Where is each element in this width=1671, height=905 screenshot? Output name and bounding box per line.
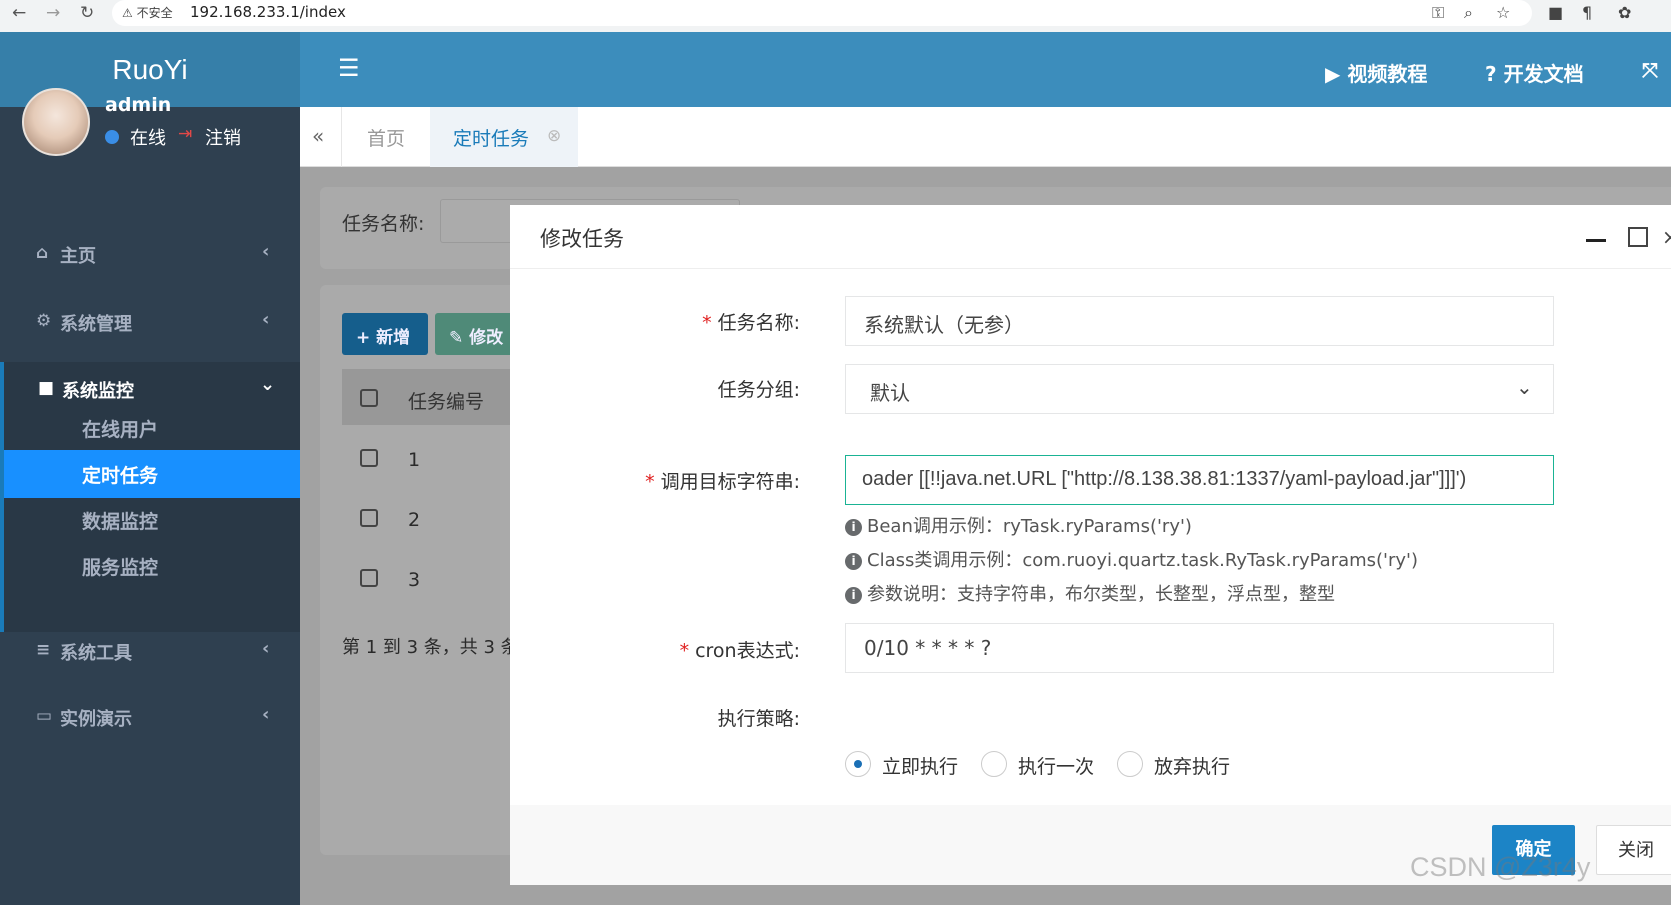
task-name-input[interactable]: 系统默认（无参）	[845, 296, 1554, 346]
search-label: 任务名称:	[342, 213, 425, 235]
table-row: 2	[408, 509, 421, 531]
hint-param-description: i 参数说明：支持字符串，布尔类型，长整型，浮点型，整型	[845, 580, 1335, 606]
online-status-icon	[105, 130, 119, 144]
row-checkbox[interactable]	[360, 509, 378, 527]
url-text[interactable]: 192.168.233.1/index	[190, 3, 346, 21]
cron-label: * cron表达式:	[679, 640, 800, 662]
home-icon: ⌂	[36, 243, 49, 263]
misfire-policy-label: 执行策略:	[717, 708, 800, 730]
star-icon[interactable]: ☆	[1496, 3, 1510, 22]
tab-scroll-left-icon[interactable]: «	[300, 107, 342, 167]
video-camera-icon: ■	[38, 378, 55, 398]
reload-icon[interactable]: ↻	[80, 3, 94, 23]
sidebar-subitem-scheduled-tasks[interactable]: 定时任务	[4, 450, 300, 498]
watermark: CSDN @Z3r4y	[1410, 852, 1591, 882]
edit-task-dialog: 修改任务 × * 任务名称: 系统默认（无参） 任务分组: 默认 ⌄ * 调用目标字…	[510, 205, 1671, 885]
sidebar-subitem-data-monitor[interactable]: 数据监控	[4, 496, 300, 544]
cron-expression-input[interactable]: 0/10 * * * * ?	[845, 623, 1554, 673]
gear-icon: ⚙	[36, 311, 52, 331]
hint-class-example: i Class类调用示例：com.ruoyi.quartz.task.RyTask…	[845, 546, 1418, 572]
chevron-left-icon: ‹	[262, 309, 270, 330]
maximize-icon[interactable]	[1628, 227, 1648, 247]
info-icon: i	[845, 553, 862, 570]
policy-option-label: 放弃执行	[1154, 756, 1231, 778]
hint-bean-example: i Bean调用示例：ryTask.ryParams('ry')	[845, 512, 1192, 538]
chevron-left-icon: ‹	[262, 241, 270, 262]
extension-icon[interactable]: ¶	[1582, 3, 1592, 22]
browser-toolbar: ← → ↻ ⚠ 不安全 192.168.233.1/index ⚿ ⌕ ☆ ■ …	[0, 0, 1671, 32]
sidebar-item-home[interactable]: ⌂ 主页 ‹	[0, 227, 300, 283]
pagination-info: 第 1 到 3 条，共 3 条	[342, 637, 519, 658]
menu-toggle-icon[interactable]: ☰	[338, 54, 360, 82]
tab-bar: « 首页 定时任务 ⊗	[300, 107, 1671, 167]
policy-radio-abandon[interactable]	[1117, 751, 1143, 777]
extension-icon[interactable]: ✿	[1618, 3, 1631, 22]
sidebar-item-system-management[interactable]: ⚙ 系统管理 ‹	[0, 295, 300, 351]
zoom-icon[interactable]: ⌕	[1464, 3, 1473, 23]
user-name: admin	[105, 94, 172, 116]
row-checkbox[interactable]	[360, 449, 378, 467]
chevron-left-icon: ‹	[262, 704, 270, 725]
table-row: 1	[408, 449, 421, 471]
logout-icon[interactable]: ⇥	[178, 124, 192, 144]
address-bar[interactable]: ⚠ 不安全 192.168.233.1/index	[112, 0, 1532, 26]
policy-option-label: 执行一次	[1018, 756, 1095, 778]
close-button[interactable]: 关闭	[1596, 825, 1671, 875]
invoke-target-label: * 调用目标字符串:	[645, 471, 800, 493]
policy-radio-once[interactable]	[981, 751, 1007, 777]
security-warning[interactable]: ⚠ 不安全	[122, 4, 173, 21]
back-icon[interactable]: ←	[12, 3, 26, 23]
sidebar-item-system-tools[interactable]: ≡ 系统工具 ‹	[0, 624, 300, 680]
tab-home[interactable]: 首页	[342, 107, 430, 167]
forward-icon[interactable]: →	[46, 3, 60, 23]
dialog-title: 修改任务	[540, 227, 624, 251]
select-all-checkbox[interactable]	[360, 389, 378, 407]
video-tutorial-link[interactable]: ▶ 视频教程	[1325, 58, 1427, 87]
task-group-select[interactable]: 默认 ⌄	[845, 364, 1554, 414]
extension-icon[interactable]: ■	[1548, 3, 1563, 22]
policy-radio-immediate[interactable]	[845, 751, 871, 777]
table-row: 3	[408, 569, 421, 591]
tab-scheduled-tasks[interactable]: 定时任务 ⊗	[430, 107, 578, 167]
minimize-icon[interactable]	[1586, 239, 1606, 242]
sidebar-subitem-online-users[interactable]: 在线用户	[4, 404, 300, 452]
dialog-header[interactable]: 修改任务 ×	[510, 205, 1671, 269]
column-header-task-id: 任务编号	[408, 391, 485, 413]
row-checkbox[interactable]	[360, 569, 378, 587]
user-status: 在线	[130, 128, 166, 149]
task-group-label: 任务分组:	[717, 379, 800, 401]
sidebar-subitem-server-monitor[interactable]: 服务监控	[4, 542, 300, 590]
top-navbar: ☰ ▶ 视频教程 ? 开发文档 ⤧	[300, 32, 1671, 107]
dev-docs-link[interactable]: ? 开发文档	[1485, 58, 1584, 87]
logout-link[interactable]: 注销	[205, 124, 241, 150]
policy-option-label: 立即执行	[882, 756, 959, 778]
info-icon: i	[845, 519, 862, 536]
close-icon[interactable]: ×	[1662, 225, 1671, 249]
bars-icon: ≡	[36, 640, 51, 660]
info-icon: i	[845, 587, 862, 604]
add-button[interactable]: + 新增	[342, 313, 428, 355]
chevron-left-icon: ‹	[262, 638, 270, 659]
desktop-icon: ▭	[36, 706, 53, 726]
sidebar: RuoYi admin 在线 ⇥ 注销 ⌂ 主页 ‹ ⚙ 系统管理 ‹ ■ 系统…	[0, 32, 300, 905]
avatar	[22, 88, 90, 156]
invoke-target-input[interactable]: oader [[!!java.net.URL ["http://8.138.38…	[845, 455, 1554, 505]
chevron-down-icon: ⌄	[260, 374, 276, 395]
fullscreen-icon[interactable]: ⤧	[1642, 58, 1658, 82]
task-name-label: * 任务名称:	[702, 312, 800, 334]
sidebar-item-demos[interactable]: ▭ 实例演示 ‹	[0, 690, 300, 746]
chevron-down-icon: ⌄	[1516, 375, 1533, 399]
key-icon[interactable]: ⚿	[1432, 3, 1444, 23]
tab-close-icon[interactable]: ⊗	[547, 126, 561, 146]
